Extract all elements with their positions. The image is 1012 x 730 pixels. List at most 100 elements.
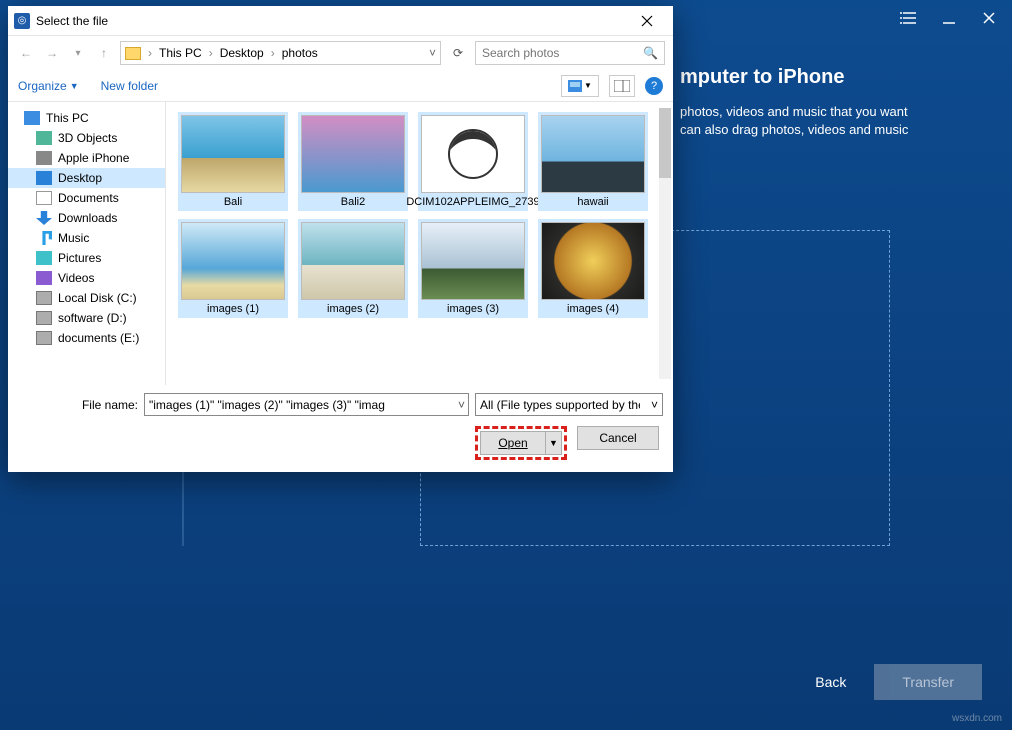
search-field[interactable] xyxy=(482,46,643,60)
open-button-highlight: Open ▼ xyxy=(475,426,567,460)
sidebar-item-label: Local Disk (C:) xyxy=(58,291,137,305)
help-icon[interactable]: ? xyxy=(645,77,663,95)
app-icon: ◎ xyxy=(14,13,30,29)
file-pane: BaliBali2DCIM102APPLEIMG_2739hawaiiimage… xyxy=(166,102,673,385)
file-item[interactable]: images (3) xyxy=(418,219,528,318)
dialog-close-button[interactable] xyxy=(627,6,667,35)
page-title: mputer to iPhone xyxy=(680,66,952,89)
phone-icon xyxy=(36,151,52,165)
minimize-icon[interactable] xyxy=(940,9,958,27)
chevron-right-icon: › xyxy=(145,46,155,60)
obj-icon xyxy=(36,131,52,145)
file-item[interactable]: images (1) xyxy=(178,219,288,318)
thumbnail xyxy=(181,115,285,193)
sidebar-item-label: documents (E:) xyxy=(58,331,139,345)
vid-icon xyxy=(36,271,52,285)
file-item[interactable]: Bali xyxy=(178,112,288,211)
watermark: wsxdn.com xyxy=(952,713,1002,724)
sidebar-item-3d-objects[interactable]: 3D Objects xyxy=(8,128,165,148)
doc-icon xyxy=(36,191,52,205)
sidebar-item-videos[interactable]: Videos xyxy=(8,268,165,288)
open-button[interactable]: Open xyxy=(480,431,546,455)
thumbnail xyxy=(301,222,405,300)
scroll-thumb[interactable] xyxy=(659,108,671,178)
pic-icon xyxy=(36,251,52,265)
refresh-icon[interactable]: ⟳ xyxy=(447,42,469,64)
music-icon xyxy=(36,231,52,245)
sidebar-item-label: 3D Objects xyxy=(58,131,117,145)
sidebar-item-desktop[interactable]: Desktop xyxy=(8,168,165,188)
sidebar-item-software-d-[interactable]: software (D:) xyxy=(8,308,165,328)
organize-menu[interactable]: Organize▼ xyxy=(18,79,79,93)
breadcrumb[interactable]: › This PC › Desktop › photos ˅ xyxy=(120,41,441,65)
file-item[interactable]: images (4) xyxy=(538,219,648,318)
nav-forward-icon[interactable]: → xyxy=(42,43,62,63)
folder-icon xyxy=(125,47,141,60)
sidebar-item-this-pc[interactable]: This PC xyxy=(8,108,165,128)
sidebar: This PC 3D Objects Apple iPhone Desktop Docu… xyxy=(8,102,166,385)
nav-history-icon[interactable]: ▾ xyxy=(68,43,88,63)
address-bar: ← → ▾ ↑ › This PC › Desktop › photos ˅ ⟳… xyxy=(8,36,673,70)
new-folder-button[interactable]: New folder xyxy=(101,79,158,93)
nav-up-icon[interactable]: ↑ xyxy=(94,43,114,63)
disk-icon xyxy=(36,291,52,305)
sidebar-item-apple-iphone[interactable]: Apple iPhone xyxy=(8,148,165,168)
chevron-right-icon: › xyxy=(268,46,278,60)
file-name-label: File name: xyxy=(18,398,138,412)
chevron-right-icon: › xyxy=(206,46,216,60)
sidebar-item-documents[interactable]: Documents xyxy=(8,188,165,208)
sidebar-item-documents-e-[interactable]: documents (E:) xyxy=(8,328,165,348)
cancel-button[interactable]: Cancel xyxy=(577,426,659,450)
sidebar-item-music[interactable]: Music xyxy=(8,228,165,248)
sidebar-item-local-disk-c-[interactable]: Local Disk (C:) xyxy=(8,288,165,308)
file-item[interactable]: Bali2 xyxy=(298,112,408,211)
sidebar-item-label: software (D:) xyxy=(58,311,127,325)
sidebar-item-label: Desktop xyxy=(58,171,102,185)
sidebar-item-label: Downloads xyxy=(58,211,117,225)
sidebar-item-pictures[interactable]: Pictures xyxy=(8,248,165,268)
page-subtitle: photos, videos and music that you want c… xyxy=(680,103,952,139)
dl-icon xyxy=(36,211,52,225)
preview-pane-button[interactable] xyxy=(609,75,635,97)
file-name-input[interactable]: ˅ xyxy=(144,393,469,416)
nav-back-icon[interactable]: ← xyxy=(16,43,36,63)
file-name: Bali xyxy=(224,196,242,208)
app-footer: Back Transfer xyxy=(801,664,982,700)
sidebar-item-downloads[interactable]: Downloads xyxy=(8,208,165,228)
thumbnail xyxy=(541,222,645,300)
disk-icon xyxy=(36,311,52,325)
file-type-select[interactable]: All (File types supported by the ˅ xyxy=(475,393,663,416)
search-icon: 🔍 xyxy=(643,46,658,60)
thumbnail xyxy=(421,115,525,193)
close-icon[interactable] xyxy=(980,9,998,27)
crumb[interactable]: This PC xyxy=(159,46,202,60)
file-name: DCIM102APPLEIMG_2739 xyxy=(406,196,539,208)
sidebar-item-label: Apple iPhone xyxy=(58,151,129,165)
file-name: images (4) xyxy=(567,303,619,315)
thumbnail xyxy=(421,222,525,300)
scrollbar[interactable] xyxy=(659,108,671,379)
search-input[interactable]: 🔍 xyxy=(475,41,665,65)
file-name: images (2) xyxy=(327,303,379,315)
open-dropdown[interactable]: ▼ xyxy=(546,431,562,455)
file-name: Bali2 xyxy=(341,196,365,208)
chevron-down-icon[interactable]: ˅ xyxy=(429,46,436,60)
file-name: hawaii xyxy=(577,196,608,208)
file-item[interactable]: hawaii xyxy=(538,112,648,211)
chevron-down-icon: ˅ xyxy=(651,398,658,412)
file-item[interactable]: DCIM102APPLEIMG_2739 xyxy=(418,112,528,211)
view-mode-button[interactable]: ▼ xyxy=(561,75,599,97)
transfer-button[interactable]: Transfer xyxy=(874,664,982,700)
file-name: images (1) xyxy=(207,303,259,315)
crumb[interactable]: Desktop xyxy=(220,46,264,60)
file-name: images (3) xyxy=(447,303,499,315)
sidebar-item-label: Music xyxy=(58,231,89,245)
back-button[interactable]: Back xyxy=(801,664,860,700)
crumb[interactable]: photos xyxy=(282,46,318,60)
desk-icon xyxy=(36,171,52,185)
file-item[interactable]: images (2) xyxy=(298,219,408,318)
chevron-down-icon[interactable]: ˅ xyxy=(458,398,465,412)
list-icon[interactable] xyxy=(900,9,918,27)
file-name-field[interactable] xyxy=(149,398,464,412)
dialog-title: Select the file xyxy=(36,14,627,28)
